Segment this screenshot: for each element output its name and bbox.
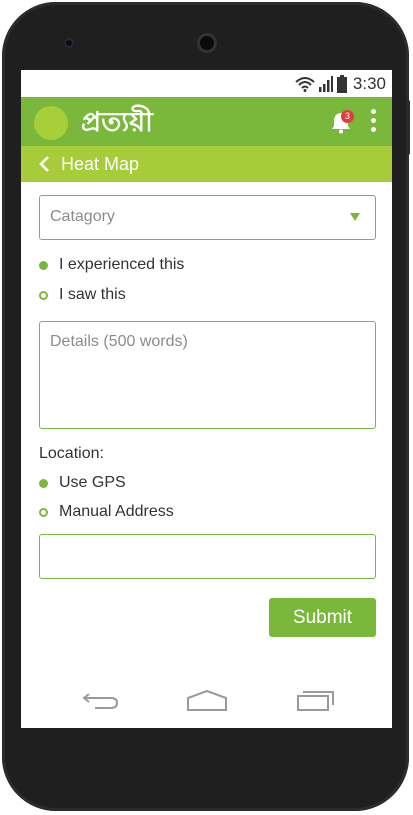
- radio-label: Manual Address: [59, 503, 174, 520]
- category-select[interactable]: Catagory: [39, 195, 376, 240]
- radio-label: I saw this: [59, 286, 126, 303]
- details-placeholder: Details (500 words): [50, 333, 188, 350]
- status-time: 3:30: [352, 73, 386, 93]
- radio-experienced[interactable]: I experienced this: [39, 255, 184, 275]
- radio-use-gps[interactable]: Use GPS: [39, 473, 126, 493]
- location-label: Location:: [39, 445, 104, 462]
- radio-label: I experienced this: [59, 256, 185, 273]
- radio-unselected-icon: [39, 290, 48, 300]
- wifi-icon: [295, 76, 315, 92]
- radio-unselected-icon: [39, 507, 48, 517]
- page-title: Heat Map: [61, 154, 140, 174]
- app-brand: প্রত্যয়ী: [81, 107, 153, 138]
- avatar[interactable]: [34, 106, 68, 140]
- back-chevron-icon[interactable]: [37, 155, 51, 173]
- earpiece-speaker: [197, 33, 217, 53]
- radio-selected-icon: [39, 260, 48, 270]
- front-camera: [64, 38, 74, 48]
- notification-badge: 3: [341, 110, 354, 123]
- category-placeholder: Catagory: [50, 208, 115, 225]
- side-button: [406, 100, 410, 155]
- radio-selected-icon: [39, 478, 48, 488]
- overflow-menu-icon[interactable]: [366, 109, 380, 135]
- app-bar: প্রত্যয়ী 3: [21, 97, 392, 146]
- sub-header: Heat Map: [21, 146, 392, 182]
- back-nav-icon[interactable]: [81, 690, 121, 712]
- nav-bar: [21, 682, 392, 728]
- details-textarea[interactable]: Details (500 words): [39, 321, 376, 429]
- radio-saw[interactable]: I saw this: [39, 285, 126, 305]
- address-input[interactable]: [39, 534, 376, 579]
- home-nav-icon[interactable]: [186, 690, 228, 712]
- recents-nav-icon[interactable]: [296, 690, 336, 712]
- battery-icon: [336, 74, 347, 93]
- dropdown-arrow-icon: [350, 213, 360, 221]
- signal-icon: [318, 75, 333, 92]
- screen: 3:30 প্রত্যয়ী 3 Heat Map Catagory I exp…: [21, 70, 392, 728]
- radio-manual-address[interactable]: Manual Address: [39, 502, 174, 522]
- phone-frame: 3:30 প্রত্যয়ী 3 Heat Map Catagory I exp…: [2, 2, 409, 811]
- status-bar: 3:30: [21, 70, 392, 97]
- submit-button[interactable]: Submit: [269, 598, 376, 637]
- radio-label: Use GPS: [59, 474, 126, 491]
